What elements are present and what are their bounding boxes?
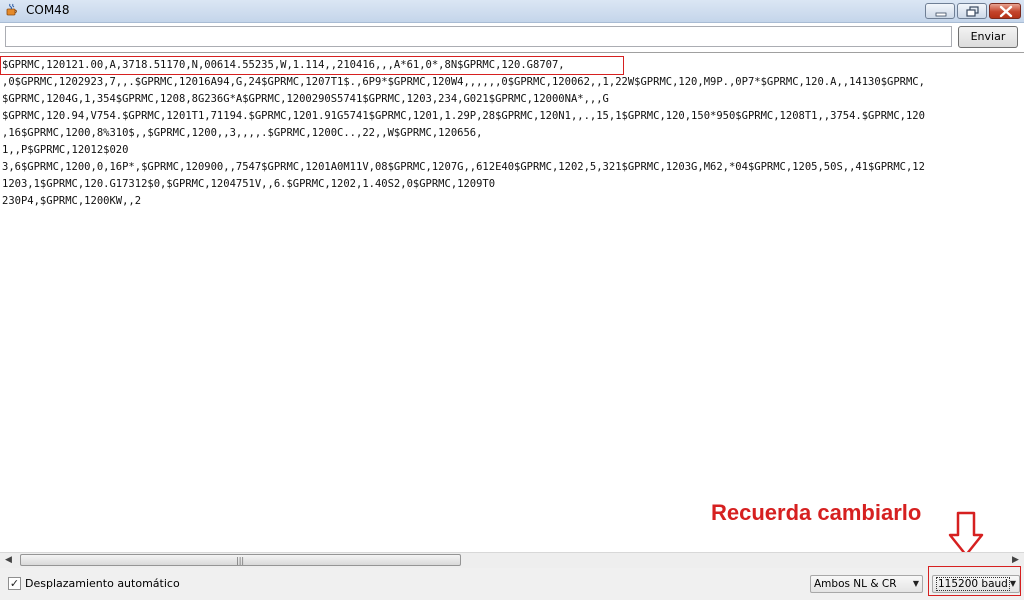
output-line: $GPRMC,120.94,V754.$GPRMC,1201T1,71194.$… — [2, 110, 925, 122]
output-line: 1203,1$GPRMC,120.G17312$0,$GPRMC,1204751… — [2, 178, 496, 190]
status-bar: ✓ Desplazamiento automático Ambos NL & C… — [0, 568, 1024, 600]
first-line-highlight-box — [0, 56, 624, 75]
output-line: ,0$GPRMC,1202923,7,,.$GPRMC,12016A94,G,2… — [2, 76, 925, 88]
horizontal-scrollbar[interactable]: ◀ ||| ▶ — [0, 552, 1024, 568]
minimize-button[interactable] — [925, 3, 955, 19]
window-title: COM48 — [26, 3, 70, 17]
line-ending-value: Ambos NL & CR — [814, 578, 897, 590]
baud-highlight-box — [928, 566, 1021, 596]
output-line: 3,6$GPRMC,1200,0,16P*,$GPRMC,120900,,754… — [2, 161, 925, 173]
chevron-down-icon: ▼ — [912, 579, 919, 588]
close-button[interactable] — [989, 3, 1021, 19]
grip-icon: ||| — [236, 556, 245, 565]
send-button[interactable]: Enviar — [958, 26, 1018, 48]
restore-button[interactable] — [957, 3, 987, 19]
output-line: 1,,P$GPRMC,12012$020 — [2, 144, 129, 156]
minimize-icon — [935, 12, 947, 17]
close-icon — [999, 5, 1013, 18]
scroll-left-icon[interactable]: ◀ — [0, 553, 17, 568]
output-line: 230P4,$GPRMC,1200KW,,2 — [2, 195, 142, 207]
title-bar: COM48 — [0, 0, 1024, 23]
serial-send-input[interactable] — [5, 26, 952, 47]
autoscroll-checkbox[interactable]: ✓ — [8, 577, 21, 590]
maximize-icon — [966, 6, 979, 17]
output-line: $GPRMC,1204G,1,354$GPRMC,1208,8G236G*A$G… — [2, 93, 609, 105]
output-line: ,16$GPRMC,1200,8%310$,,$GPRMC,1200,,3,,,… — [2, 127, 483, 139]
down-arrow-icon — [948, 511, 984, 557]
serial-output-area[interactable]: $GPRMC,120121.00,A,3718.51170,N,00614.55… — [0, 52, 1024, 552]
autoscroll-label: Desplazamiento automático — [25, 577, 180, 590]
java-cup-icon — [6, 3, 17, 16]
annotation-text: Recuerda cambiarlo — [711, 500, 922, 525]
scroll-thumb[interactable]: ||| — [20, 554, 461, 566]
line-ending-select[interactable]: Ambos NL & CR ▼ — [810, 575, 923, 593]
